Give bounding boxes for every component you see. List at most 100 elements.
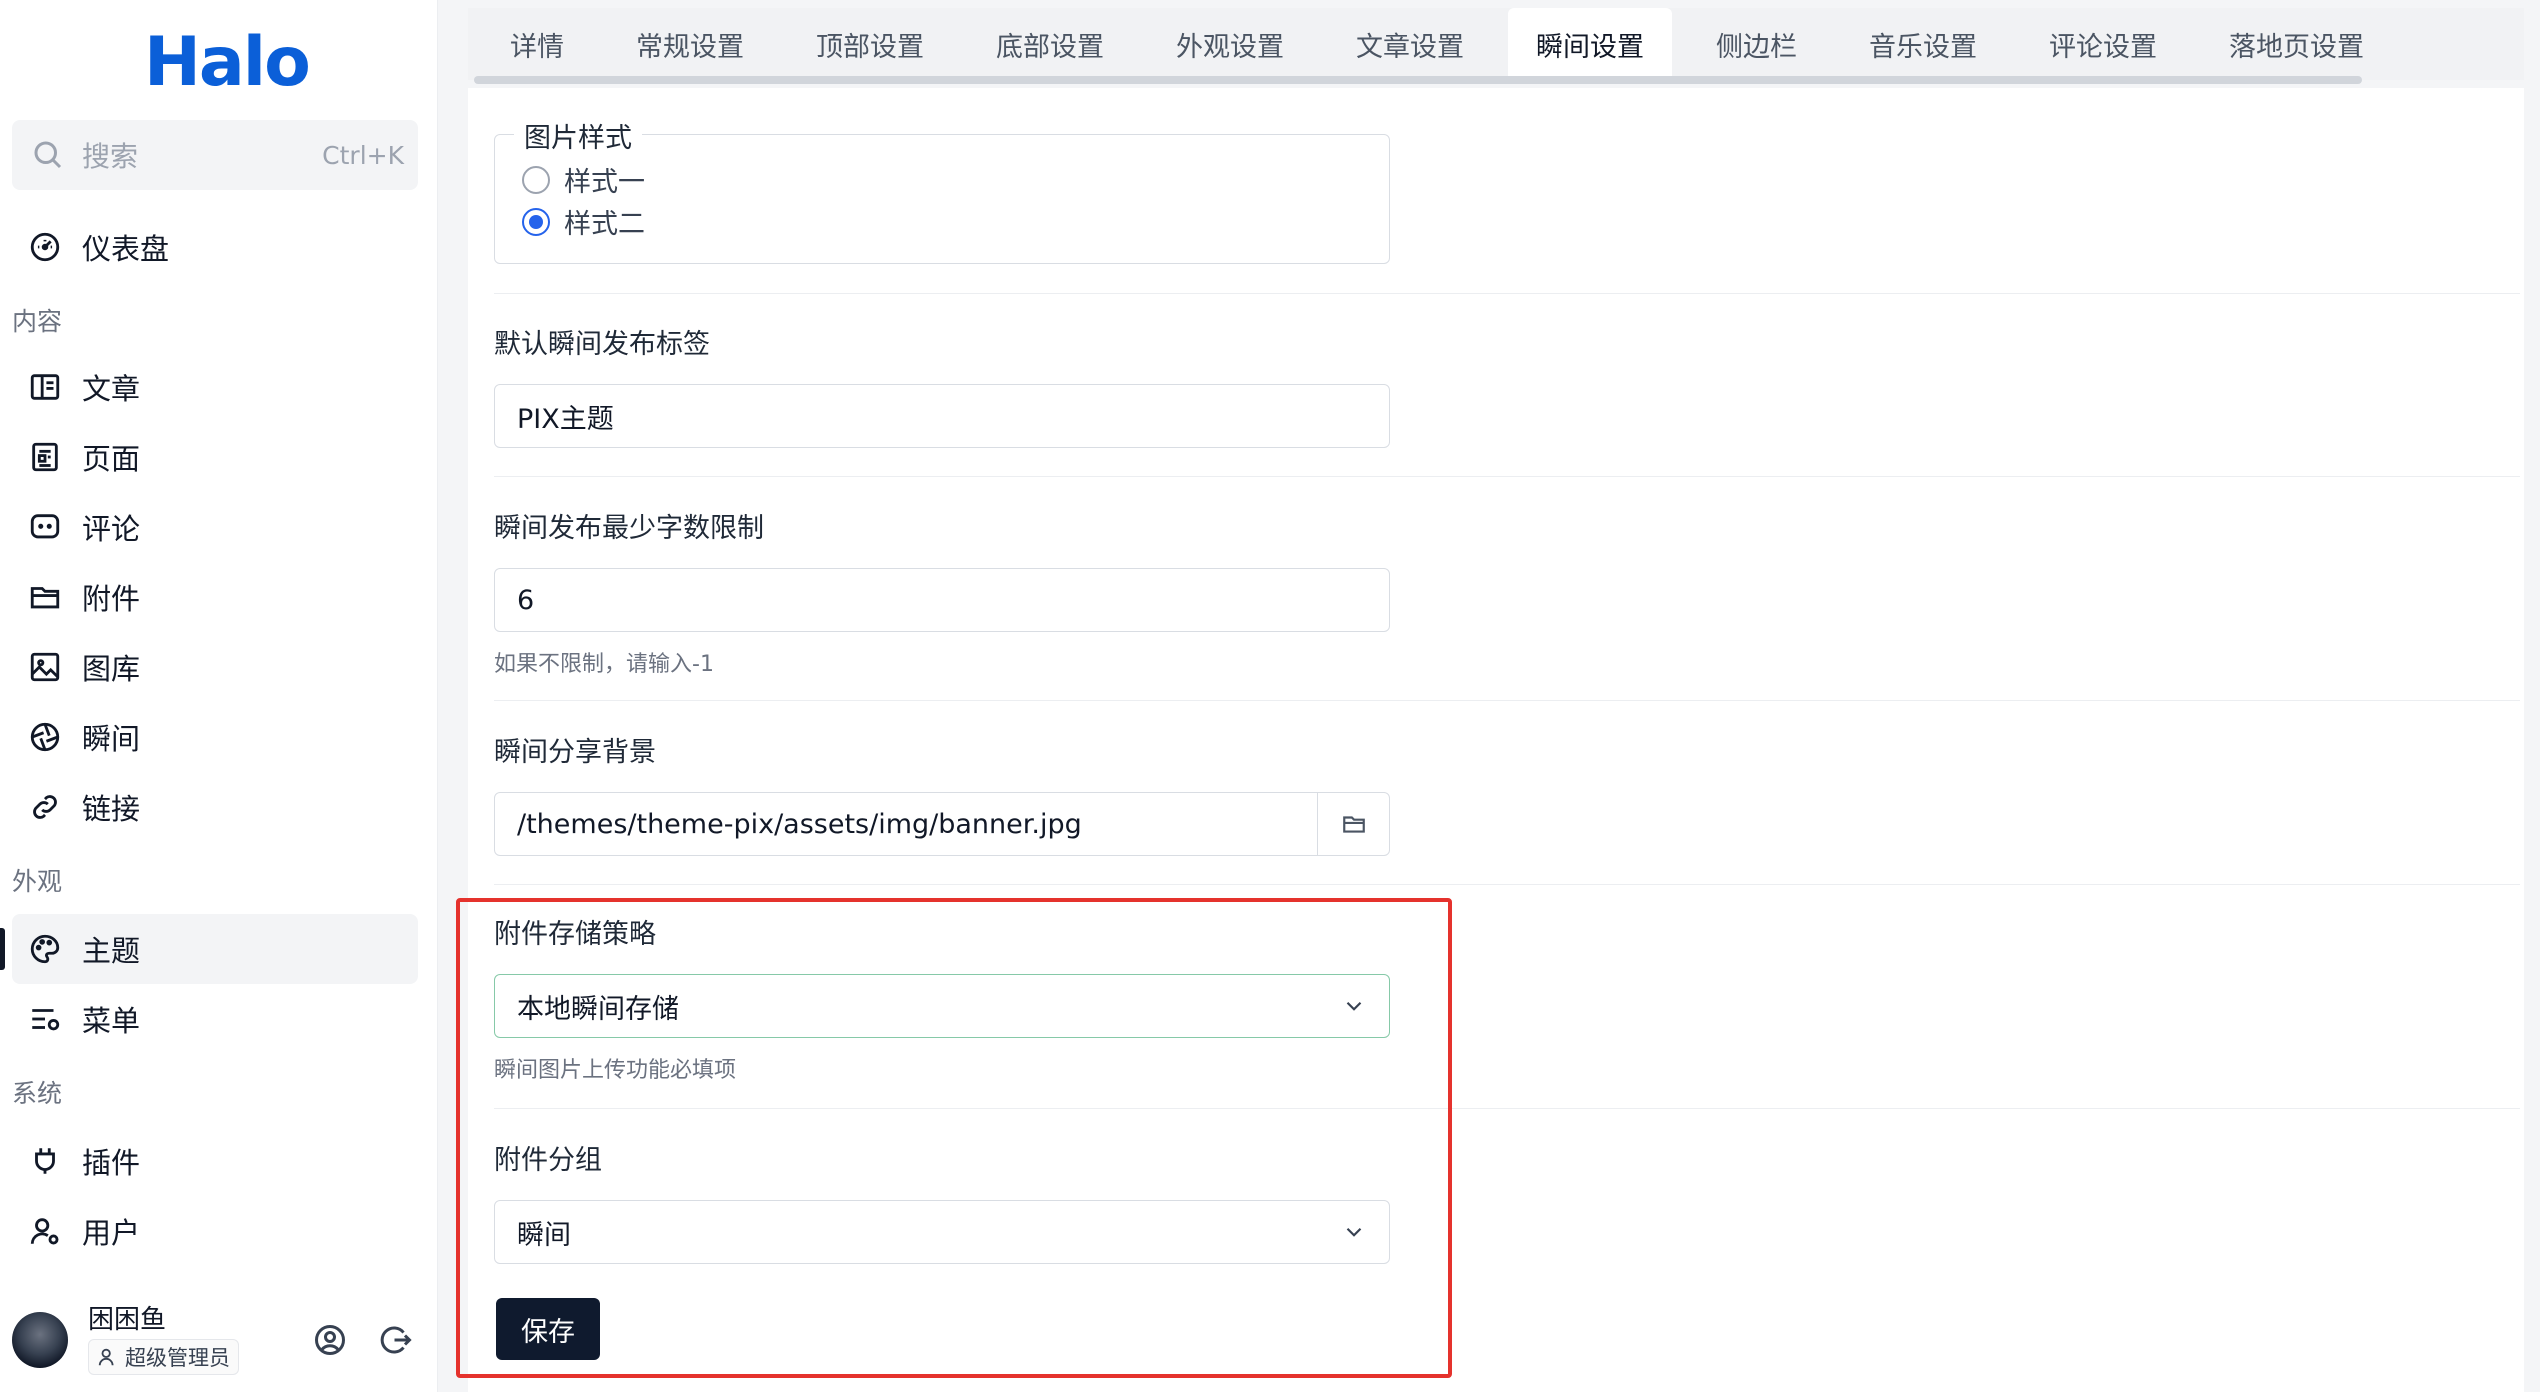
sidebar-item-dashboard[interactable]: 仪表盘 — [12, 212, 418, 282]
profile-icon[interactable] — [312, 1322, 348, 1358]
sidebar-item-links[interactable]: 链接 — [12, 772, 418, 842]
divider — [494, 884, 2520, 885]
tab-general[interactable]: 常规设置 — [608, 8, 772, 80]
sidebar: Halo 搜索 Ctrl+K 仪表盘 内容 文章 页面 评论 附件 图库 瞬间 … — [0, 0, 438, 1392]
avatar[interactable] — [12, 1312, 68, 1368]
sidebar-item-pages[interactable]: 页面 — [12, 422, 418, 492]
sidebar-item-attachments[interactable]: 附件 — [12, 562, 418, 632]
search-icon — [34, 141, 62, 169]
radio-style-two[interactable]: 样式二 — [522, 202, 645, 241]
user-role-label: 超级管理员 — [125, 1346, 230, 1370]
divider — [494, 476, 2520, 477]
moments-settings-form: 图片样式 样式一 样式二 默认瞬间发布标签 PIX主题 瞬间发布最少字数限制 6… — [468, 88, 2524, 1392]
aperture-icon — [30, 722, 60, 752]
search-placeholder: 搜索 — [82, 140, 139, 173]
default-tag-input[interactable]: PIX主题 — [494, 384, 1390, 448]
sidebar-item-label: 用户 — [82, 1216, 141, 1250]
section-label-content: 内容 — [12, 307, 63, 336]
attachment-group-label: 附件分组 — [494, 1145, 602, 1176]
tab-music[interactable]: 音乐设置 — [1841, 8, 2005, 80]
menu-settings-icon — [32, 1009, 60, 1031]
sidebar-item-label: 仪表盘 — [82, 232, 170, 266]
input-value: 6 — [517, 584, 535, 616]
radio-circle-checked[interactable] — [522, 207, 550, 236]
default-tag-label: 默认瞬间发布标签 — [494, 329, 710, 360]
tab-moments[interactable]: 瞬间设置 — [1508, 8, 1672, 80]
sidebar-item-label: 图库 — [82, 652, 141, 686]
input-value: /themes/theme-pix/assets/img/banner.jpg — [517, 808, 1082, 840]
sidebar-item-label: 链接 — [82, 792, 141, 826]
divider — [494, 1108, 2520, 1109]
image-style-legend: 图片样式 — [514, 116, 642, 155]
folder-icon — [30, 587, 60, 609]
halo-logo[interactable]: Halo — [144, 18, 311, 108]
sidebar-item-menus[interactable]: 菜单 — [12, 984, 418, 1054]
radio-label: 样式一 — [564, 167, 645, 198]
tab-appearance[interactable]: 外观设置 — [1148, 8, 1312, 80]
search-shortcut: Ctrl+K — [322, 140, 404, 170]
settings-tabs: 详情 常规设置 顶部设置 底部设置 外观设置 文章设置 瞬间设置 侧边栏 音乐设… — [468, 8, 2524, 80]
tab-landing[interactable]: 落地页设置 — [2201, 8, 2392, 80]
tabs-scrollbar[interactable] — [474, 76, 2362, 84]
sidebar-item-label: 插件 — [82, 1146, 141, 1180]
book-icon — [30, 374, 60, 400]
tab-details[interactable]: 详情 — [482, 8, 592, 80]
logout-icon[interactable] — [378, 1322, 414, 1358]
sidebar-item-posts[interactable]: 文章 — [12, 352, 418, 422]
min-chars-help: 如果不限制，请输入-1 — [494, 652, 714, 677]
min-chars-input[interactable]: 6 — [494, 568, 1390, 632]
tab-footer[interactable]: 底部设置 — [968, 8, 1132, 80]
palette-icon — [30, 934, 60, 964]
select-value: 本地瞬间存储 — [517, 993, 679, 1025]
sidebar-item-label: 评论 — [82, 512, 141, 546]
user-icon — [98, 1348, 114, 1366]
plug-icon — [35, 1148, 55, 1174]
sidebar-item-label: 瞬间 — [82, 722, 141, 756]
radio-style-one[interactable]: 样式一 — [522, 160, 645, 199]
divider — [494, 293, 2520, 294]
image-icon — [30, 652, 60, 682]
storage-policy-select[interactable]: 本地瞬间存储 — [494, 974, 1390, 1038]
sidebar-item-moments[interactable]: 瞬间 — [12, 702, 418, 772]
user-role-badge: 超级管理员 — [88, 1339, 239, 1375]
save-button[interactable]: 保存 — [496, 1298, 600, 1360]
tab-sidebar[interactable]: 侧边栏 — [1688, 8, 1825, 80]
section-label-system: 系统 — [12, 1079, 63, 1108]
sidebar-item-label: 附件 — [82, 582, 141, 616]
user-settings-icon — [30, 1218, 59, 1245]
attachment-group-select[interactable]: 瞬间 — [494, 1200, 1390, 1264]
sidebar-item-label: 页面 — [82, 442, 141, 476]
browse-button[interactable] — [1317, 793, 1389, 855]
min-chars-label: 瞬间发布最少字数限制 — [494, 513, 764, 544]
sidebar-item-gallery[interactable]: 图库 — [12, 632, 418, 702]
page-icon — [32, 442, 58, 472]
sidebar-item-label: 菜单 — [82, 1004, 141, 1038]
main-content: 详情 常规设置 顶部设置 底部设置 外观设置 文章设置 瞬间设置 侧边栏 音乐设… — [468, 0, 2524, 1392]
chevron-down-icon — [1346, 1227, 1362, 1237]
search-box[interactable]: 搜索 Ctrl+K — [12, 120, 418, 190]
input-value: PIX主题 — [517, 403, 614, 435]
folder-icon — [1342, 816, 1365, 833]
sidebar-item-comments[interactable]: 评论 — [12, 492, 418, 562]
radio-label: 样式二 — [564, 209, 645, 240]
sidebar-item-users[interactable]: 用户 — [12, 1196, 418, 1266]
share-bg-input[interactable]: /themes/theme-pix/assets/img/banner.jpg — [494, 792, 1390, 856]
sidebar-item-themes[interactable]: 主题 — [0, 914, 418, 984]
chevron-down-icon — [1346, 1001, 1362, 1011]
sidebar-item-label: 主题 — [82, 934, 141, 968]
comment-icon — [30, 514, 60, 539]
dashboard-icon — [30, 232, 60, 262]
tab-header[interactable]: 顶部设置 — [788, 8, 952, 80]
divider — [494, 700, 2520, 701]
sidebar-item-plugins[interactable]: 插件 — [12, 1126, 418, 1196]
tab-posts[interactable]: 文章设置 — [1328, 8, 1492, 80]
user-panel: 困困鱼 超级管理员 — [12, 1300, 422, 1380]
radio-circle[interactable] — [522, 165, 550, 194]
link-icon — [33, 795, 57, 819]
share-bg-label: 瞬间分享背景 — [494, 737, 656, 768]
user-name: 困困鱼 — [88, 1305, 167, 1335]
storage-policy-label: 附件存储策略 — [494, 919, 656, 950]
tab-comments[interactable]: 评论设置 — [2021, 8, 2185, 80]
storage-policy-help: 瞬间图片上传功能必填项 — [494, 1058, 737, 1083]
sidebar-item-label: 文章 — [82, 372, 141, 406]
